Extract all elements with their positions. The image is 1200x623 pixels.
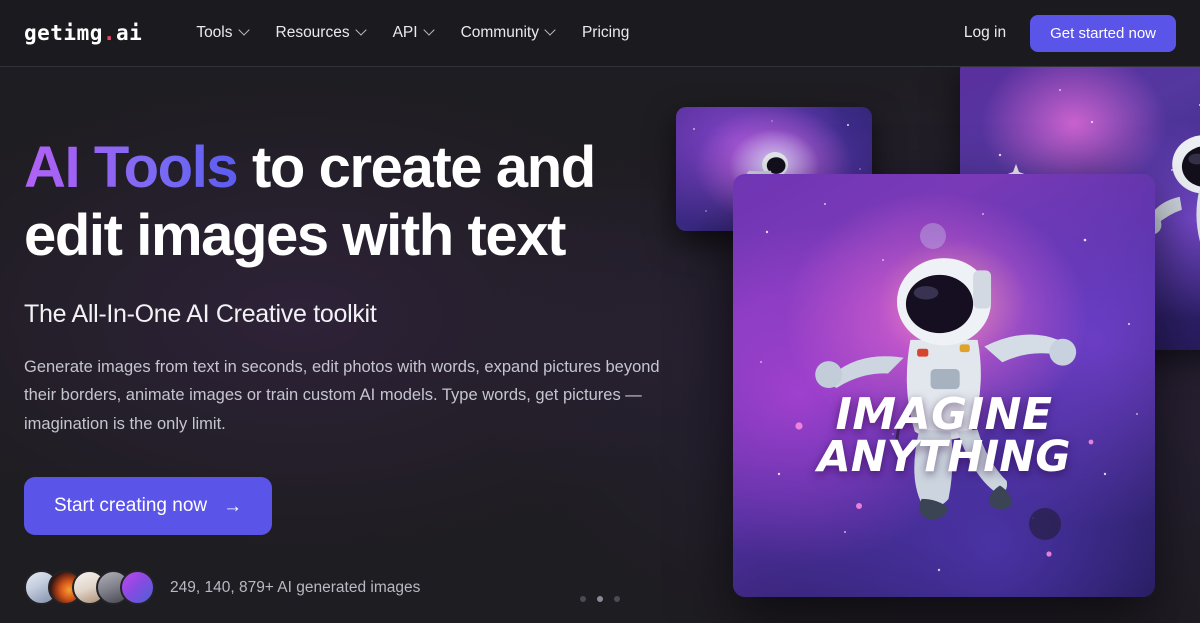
hero-subtitle: The All-In-One AI Creative toolkit: [24, 299, 377, 328]
imagine-anything-card[interactable]: IMAGINE ANYTHING: [733, 174, 1155, 597]
carousel-dot[interactable]: [580, 596, 586, 602]
nav-item-pricing[interactable]: Pricing: [570, 16, 641, 50]
logo-dot: .: [102, 21, 117, 45]
nav-item-resources[interactable]: Resources: [264, 16, 379, 50]
page-title: AI Tools to create and edit images with …: [24, 134, 684, 270]
chevron-down-icon: [240, 26, 250, 36]
nav-item-label: Pricing: [581, 24, 630, 41]
start-creating-button[interactable]: Start creating now →: [24, 477, 273, 536]
hero-description: Generate images from text in seconds, ed…: [24, 357, 660, 433]
nav-item-tools[interactable]: Tools: [184, 16, 261, 50]
nav-item-label: Tools: [196, 24, 233, 41]
chevron-down-icon: [425, 26, 435, 36]
site-logo[interactable]: getimg.ai: [24, 21, 142, 45]
nav-item-community[interactable]: Community: [449, 16, 568, 50]
hero-section: AI Tools to create and edit images with …: [0, 67, 1200, 623]
arrow-right-icon: →: [223, 495, 243, 517]
nav-actions: Log in Get started now: [954, 14, 1176, 52]
carousel-dots: [0, 596, 1200, 602]
nav-item-label: Resources: [275, 24, 350, 41]
nav-item-api[interactable]: API: [381, 16, 447, 50]
carousel-dot[interactable]: [614, 596, 620, 602]
login-link[interactable]: Log in: [954, 16, 1016, 50]
cta-label: Start creating now: [54, 495, 208, 517]
chevron-down-icon: [546, 26, 556, 36]
headline-highlight: AI Tools: [24, 135, 239, 200]
primary-nav: Tools Resources API Community Pricing: [184, 16, 641, 50]
top-navigation-bar: getimg.ai Tools Resources API Community …: [0, 0, 1200, 67]
hero-copy: AI Tools to create and edit images with …: [24, 134, 684, 606]
nav-item-label: Community: [460, 24, 539, 41]
stars-overlay: [760, 203, 1138, 572]
get-started-button[interactable]: Get started now: [1030, 14, 1176, 52]
generated-images-counter: 249, 140, 879+ AI generated images: [170, 578, 421, 596]
logo-suffix: ai: [116, 21, 143, 45]
carousel-dot-active[interactable]: [597, 596, 603, 602]
nav-item-label: API: [392, 24, 418, 41]
logo-text: getimg: [24, 21, 103, 45]
chevron-down-icon: [357, 26, 367, 36]
